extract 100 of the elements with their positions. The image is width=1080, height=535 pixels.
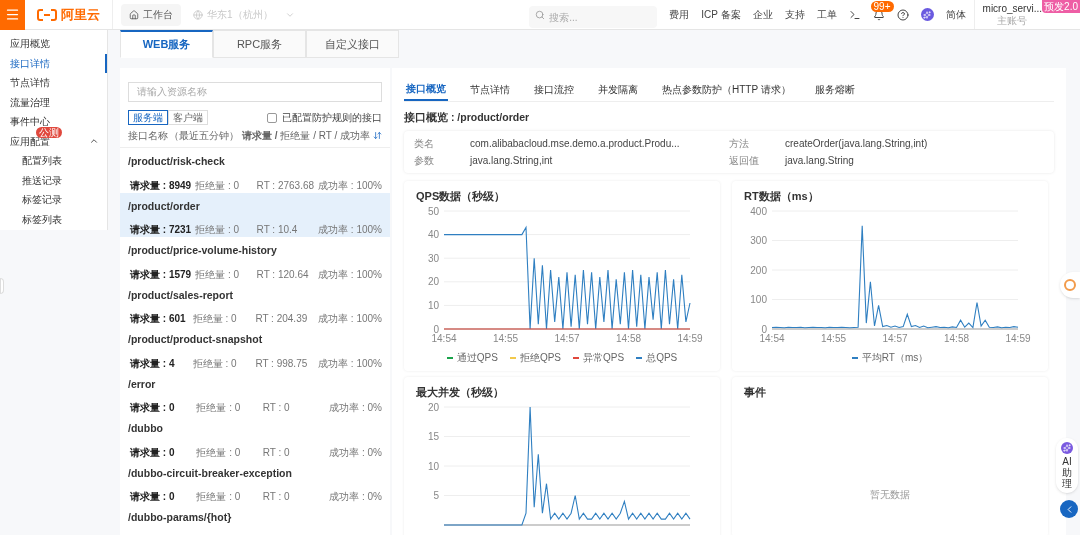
sidebar-subitem[interactable]: 标签记录	[0, 190, 107, 210]
segment-tab[interactable]: 服务端	[128, 110, 168, 125]
resource-row[interactable]: /product/price-volume-history 请求量 : 1579 拒绝量 : 0 RT : 120.64 成功率 : 100%	[120, 237, 390, 282]
detail-tab[interactable]: 节点详情	[468, 77, 512, 101]
legend-label[interactable]: 通过QPS	[456, 351, 498, 365]
y-tick-label: 10	[427, 460, 439, 472]
chart-title: 事件	[744, 385, 767, 399]
sidebar-item[interactable]: 应用概览	[0, 34, 107, 54]
resource-row[interactable]: /dubbo 请求量 : 0 拒绝量 : 0 RT : 0 成功率 : 0%	[120, 415, 390, 460]
resource-stat: RT : 998.75	[255, 356, 309, 371]
legend-label[interactable]: 平均RT（ms）	[861, 351, 929, 365]
service-tab[interactable]: RPC服务	[213, 30, 306, 58]
legend-marker	[851, 357, 858, 359]
collapse-button[interactable]	[1060, 500, 1078, 518]
globe-icon	[193, 9, 203, 20]
workbench-button[interactable]: 工作台	[121, 3, 181, 26]
y-tick-label: 0	[761, 323, 767, 335]
resource-stat: RT : 120.64	[256, 267, 310, 282]
filter-label: 已配置防护规则的接口	[282, 111, 382, 125]
resource-stat: RT : 0	[262, 490, 291, 505]
top-nav-link[interactable]: 工单	[816, 7, 837, 22]
resource-stat: 成功率 : 0%	[329, 445, 382, 460]
y-tick-label: 20	[427, 401, 439, 413]
segment-tab[interactable]: 客户端	[168, 110, 208, 125]
resource-row[interactable]: /product/product-snapshot 请求量 : 4 拒绝量 : 0 RT : 998.75 成功率 : 100%	[120, 326, 390, 371]
x-tick-label: 14:59	[677, 333, 703, 344]
chart-title: RT数据（ms）	[744, 189, 820, 203]
resource-stat: RT : 0	[262, 401, 291, 416]
search-icon	[535, 9, 546, 20]
resource-stat: 请求量 : 8949	[130, 178, 192, 193]
resource-row[interactable]: /product/risk-check 请求量 : 8949 拒绝量 : 0 RT : 2763.68 成功率 : 100%	[120, 148, 390, 193]
sort-icon[interactable]	[373, 131, 382, 140]
resource-stat: RT : 2763.68	[256, 178, 315, 193]
resource-row[interactable]: /dubbo-circuit-breaker-exception 请求量 : 0 拒绝量 : 0 RT : 0 成功率 : 0%	[120, 459, 390, 504]
detail-tab[interactable]: 热点参数防护（HTTP 请求）	[660, 77, 793, 101]
y-tick-label: 400	[750, 205, 767, 217]
section-heading: 接口概览 : /product/order	[404, 111, 531, 124]
resource-stat: 成功率 : 100%	[318, 223, 382, 238]
resource-stat: 成功率 : 100%	[318, 356, 382, 371]
sidebar-item[interactable]: 接口详情	[0, 53, 107, 73]
service-tab[interactable]: WEB服务	[120, 30, 213, 58]
notification-badge: 99+	[870, 0, 894, 12]
resource-row[interactable]: /product/sales-report 请求量 : 601 拒绝量 : 0 RT : 204.39 成功率 : 100%	[120, 281, 390, 326]
sidebar-item[interactable]: 节点详情	[0, 73, 107, 93]
sparkle-icon	[923, 10, 932, 19]
resource-search-field[interactable]: 请输入资源名称	[128, 81, 382, 102]
resource-row[interactable]: /dubbo-params/{hot}	[120, 504, 390, 535]
sidebar-item[interactable]: 流量治理	[0, 92, 107, 112]
column-header: 接口名称	[128, 129, 168, 143]
detail-tab[interactable]: 并发隔离	[596, 77, 640, 101]
legend-marker	[509, 357, 516, 359]
y-tick-label: 300	[750, 235, 767, 246]
filter-checkbox[interactable]	[267, 112, 277, 123]
x-tick-label: 14:54	[759, 333, 785, 344]
sidebar-subitem[interactable]: 配置列表	[0, 151, 107, 171]
terminal-icon[interactable]	[848, 8, 861, 21]
detail-tab[interactable]: 服务熔断	[812, 77, 857, 101]
info-label: 类名	[414, 137, 435, 151]
chart-title: QPS数据（秒级）	[416, 189, 507, 203]
account-name[interactable]: micro_servi...	[982, 2, 1042, 15]
help-icon[interactable]	[896, 8, 909, 21]
service-tab[interactable]: 自定义接口	[306, 30, 399, 58]
ai-assistant-button[interactable]: AI助理	[1056, 438, 1078, 493]
y-tick-label: 100	[750, 294, 767, 305]
search-field[interactable]: 搜索...	[529, 6, 658, 28]
ai-assistant-label: AI助理	[1061, 456, 1073, 489]
x-tick-label: 14:55	[493, 333, 518, 344]
detail-tab[interactable]: 接口概览	[404, 77, 448, 101]
logo-bracket-icon	[37, 8, 57, 21]
info-label: 参数	[414, 154, 435, 168]
resource-name: /product/sales-report	[128, 287, 235, 303]
resource-stat: 成功率 : 100%	[318, 312, 382, 327]
legend-label[interactable]: 拒绝QPS	[519, 351, 561, 365]
top-nav-link[interactable]: 费用	[669, 7, 690, 22]
top-nav-link[interactable]: ICP 备案	[701, 7, 741, 22]
sidebar-subitem[interactable]: 标签列表	[0, 209, 107, 229]
resource-name: /product/order	[128, 198, 201, 214]
info-value: createOrder(java.lang.String,int)	[785, 137, 929, 151]
resource-stat: 拒绝量 : 0	[196, 445, 242, 460]
resource-row[interactable]: /product/order 请求量 : 7231 拒绝量 : 0 RT : 10.4 成功率 : 100%	[120, 192, 390, 237]
y-tick-label: 15	[427, 431, 439, 442]
legend-label[interactable]: 异常QPS	[583, 351, 625, 365]
empty-message: 暂无数据	[870, 488, 910, 502]
chart-title: 最大并发（秒级）	[416, 385, 505, 399]
resource-stat: 成功率 : 0%	[329, 490, 382, 505]
resource-name: /error	[128, 376, 157, 392]
resource-row[interactable]: /error 请求量 : 0 拒绝量 : 0 RT : 0 成功率 : 0%	[120, 370, 390, 415]
sidebar-subitem[interactable]: 推送记录	[0, 170, 107, 190]
language-label[interactable]: 简体	[945, 7, 966, 22]
resource-name: /dubbo-circuit-breaker-exception	[128, 465, 293, 481]
assistant-avatar[interactable]	[920, 8, 934, 21]
legend-label[interactable]: 总QPS	[646, 351, 678, 365]
resource-stat: 拒绝量 : 0	[196, 490, 242, 505]
top-nav-link[interactable]: 企业	[752, 7, 773, 22]
x-tick-label: 14:57	[882, 333, 908, 344]
y-tick-label: 50	[427, 205, 439, 217]
detail-tab[interactable]: 接口流控	[532, 77, 576, 101]
x-tick-label: 14:58	[616, 333, 641, 344]
top-nav-link[interactable]: 支持	[784, 7, 805, 22]
resource-stat: 请求量 : 0	[130, 490, 176, 505]
